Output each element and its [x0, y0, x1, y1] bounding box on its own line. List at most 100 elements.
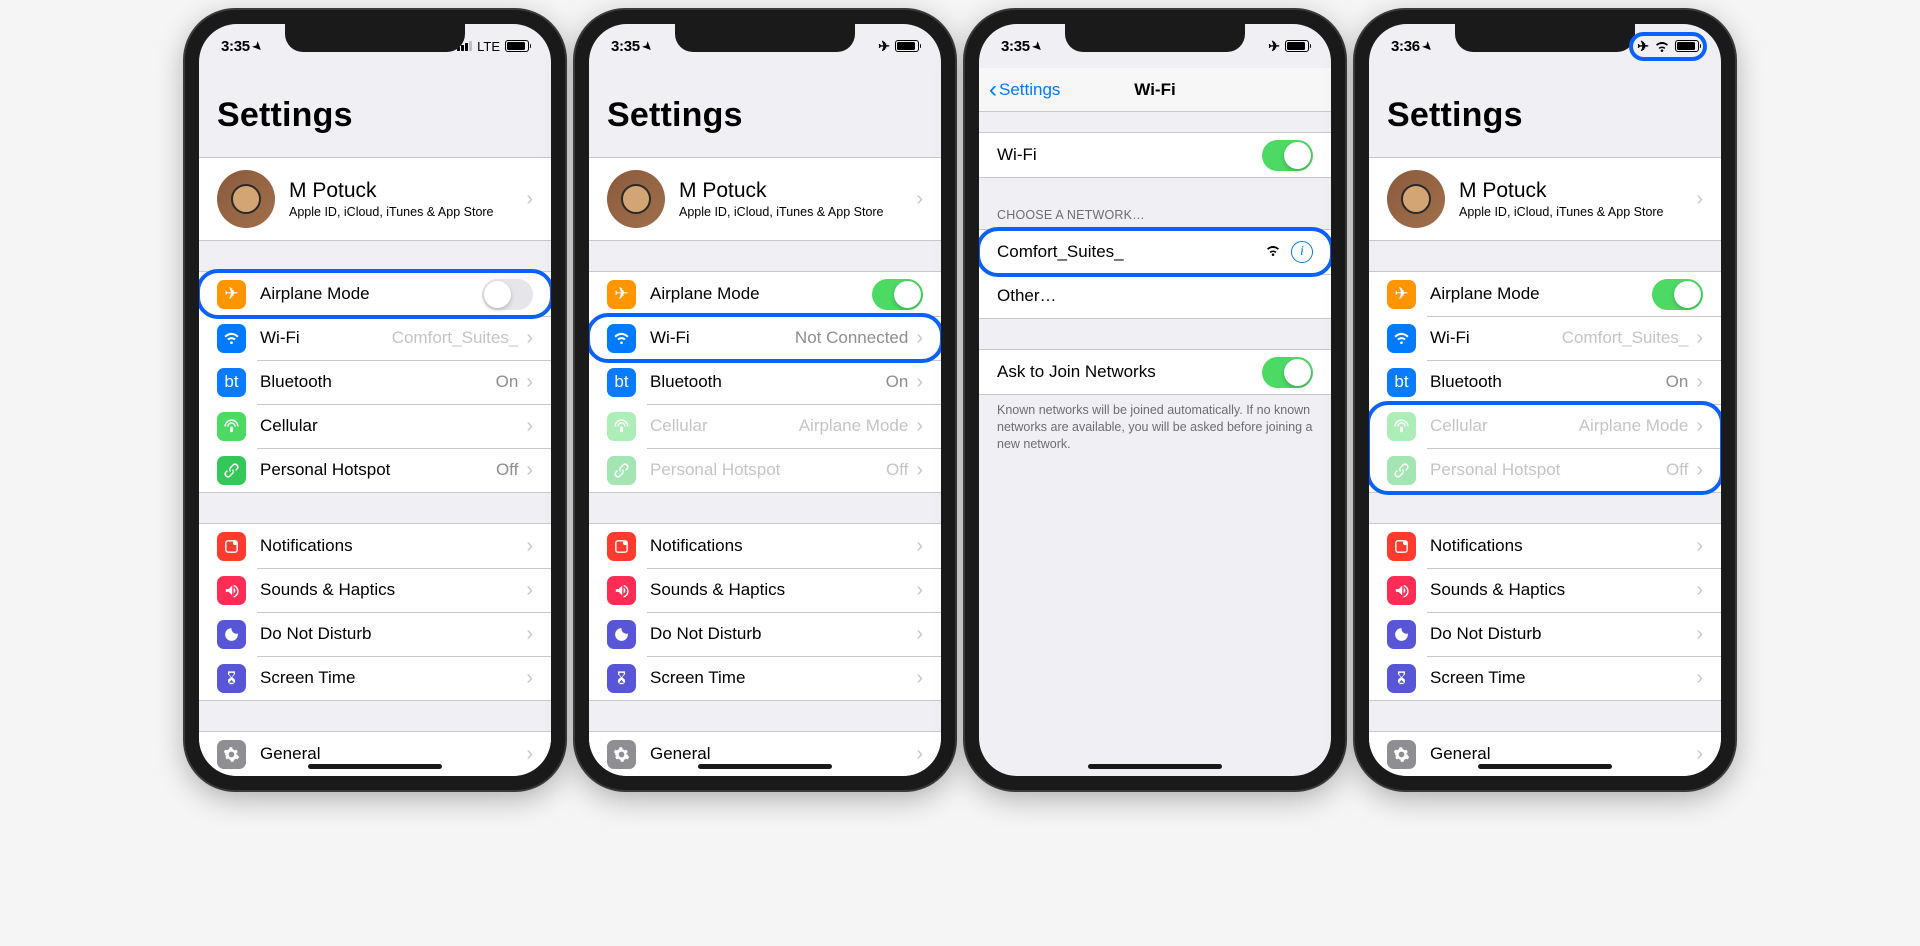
settings-row-dnd[interactable]: Do Not Disturb›	[1369, 612, 1721, 656]
avatar	[607, 170, 665, 228]
cell-icon	[217, 412, 246, 441]
toggle-switch[interactable]	[1652, 279, 1703, 310]
settings-row-gear[interactable]: General›	[199, 732, 551, 776]
settings-row-st[interactable]: Screen Time›	[1369, 656, 1721, 700]
network-row[interactable]: Comfort_Suites_ i	[979, 230, 1331, 274]
home-indicator[interactable]	[1478, 764, 1612, 769]
settings-row-gear[interactable]: General›	[589, 732, 941, 776]
settings-row-cell[interactable]: CellularAirplane Mode›	[589, 404, 941, 448]
profile-row[interactable]: M Potuck Apple ID, iCloud, iTunes & App …	[199, 158, 551, 240]
notch	[285, 24, 465, 52]
settings-row-wifi[interactable]: Wi-FiComfort_Suites_›	[1369, 316, 1721, 360]
settings-row-wifi[interactable]: Wi-FiComfort_Suites_›	[199, 316, 551, 360]
settings-row-sound[interactable]: Sounds & Haptics›	[1369, 568, 1721, 612]
settings-row-st[interactable]: Screen Time›	[589, 656, 941, 700]
profile-row[interactable]: M Potuck Apple ID, iCloud, iTunes & App …	[589, 158, 941, 240]
row-label: Airplane Mode	[260, 284, 474, 304]
home-indicator[interactable]	[698, 764, 832, 769]
row-label: General	[1430, 744, 1696, 764]
settings-row-st[interactable]: Screen Time›	[199, 656, 551, 700]
row-value: On	[496, 372, 519, 392]
profile-row[interactable]: M Potuck Apple ID, iCloud, iTunes & App …	[1369, 158, 1721, 240]
airplane-icon: ✈	[1387, 280, 1416, 309]
chevron-right-icon: ›	[1696, 459, 1703, 482]
location-arrow-icon: ➤	[640, 38, 656, 54]
status-right: ✈	[1637, 38, 1699, 55]
settings-row-airplane[interactable]: ✈Airplane Mode	[589, 272, 941, 316]
back-button[interactable]: ‹Settings	[989, 78, 1060, 102]
status-right: ✈	[878, 38, 919, 55]
chevron-right-icon: ›	[526, 327, 533, 350]
sound-icon	[217, 576, 246, 605]
settings-row-dnd[interactable]: Do Not Disturb›	[589, 612, 941, 656]
row-label: Wi-Fi	[1430, 328, 1562, 348]
settings-row-notif[interactable]: Notifications›	[1369, 524, 1721, 568]
row-label: Bluetooth	[260, 372, 496, 392]
toggle-switch[interactable]	[482, 279, 533, 310]
row-label: Notifications	[260, 536, 526, 556]
settings-row-hotspot[interactable]: Personal HotspotOff›	[199, 448, 551, 492]
row-label: Bluetooth	[650, 372, 886, 392]
settings-row-dnd[interactable]: Do Not Disturb›	[199, 612, 551, 656]
status-time: 3:35➤	[1001, 38, 1042, 55]
row-label: Personal Hotspot	[650, 460, 886, 480]
toggle-switch[interactable]	[1262, 357, 1313, 388]
settings-row-notif[interactable]: Notifications›	[589, 524, 941, 568]
ask-footer-text: Known networks will be joined automatica…	[979, 395, 1331, 453]
wifi-icon	[217, 324, 246, 353]
settings-row-gear[interactable]: General›	[1369, 732, 1721, 776]
wifi-toggle-row[interactable]: Wi-Fi	[979, 133, 1331, 177]
hotspot-icon	[217, 456, 246, 485]
row-value: Off	[496, 460, 518, 480]
settings-row-hotspot[interactable]: Personal HotspotOff›	[589, 448, 941, 492]
row-label: Personal Hotspot	[1430, 460, 1666, 480]
row-value: On	[886, 372, 909, 392]
row-label: Sounds & Haptics	[650, 580, 916, 600]
chevron-right-icon: ›	[1696, 579, 1703, 602]
row-value: Comfort_Suites_	[1562, 328, 1689, 348]
row-value: Airplane Mode	[1579, 416, 1689, 436]
row-value: Airplane Mode	[799, 416, 909, 436]
chevron-right-icon: ›	[1696, 623, 1703, 646]
chevron-right-icon: ›	[1696, 415, 1703, 438]
avatar	[1387, 170, 1445, 228]
other-network-row[interactable]: Other…	[979, 274, 1331, 318]
settings-row-bt[interactable]: btBluetoothOn›	[589, 360, 941, 404]
notif-icon	[1387, 532, 1416, 561]
settings-row-sound[interactable]: Sounds & Haptics›	[589, 568, 941, 612]
settings-row-wifi[interactable]: Wi-FiNot Connected›	[589, 316, 941, 360]
row-value: Not Connected	[795, 328, 908, 348]
settings-row-airplane[interactable]: ✈Airplane Mode	[199, 272, 551, 316]
row-label: General	[260, 744, 526, 764]
settings-row-bt[interactable]: btBluetoothOn›	[1369, 360, 1721, 404]
wifi-icon	[1387, 324, 1416, 353]
airplane-icon: ✈	[607, 280, 636, 309]
settings-row-cell[interactable]: Cellular›	[199, 404, 551, 448]
row-label: Do Not Disturb	[650, 624, 916, 644]
nav-header: ‹Settings Wi-Fi	[979, 68, 1331, 112]
settings-row-cell[interactable]: CellularAirplane Mode›	[1369, 404, 1721, 448]
settings-row-hotspot[interactable]: Personal HotspotOff›	[1369, 448, 1721, 492]
settings-row-bt[interactable]: btBluetoothOn›	[199, 360, 551, 404]
network-ssid: Comfort_Suites_	[997, 242, 1265, 262]
home-indicator[interactable]	[1088, 764, 1222, 769]
home-indicator[interactable]	[308, 764, 442, 769]
bt-icon: bt	[1387, 368, 1416, 397]
info-icon[interactable]: i	[1291, 241, 1313, 263]
row-label: Wi-Fi	[997, 145, 1262, 165]
chevron-right-icon: ›	[526, 623, 533, 646]
settings-row-airplane[interactable]: ✈Airplane Mode	[1369, 272, 1721, 316]
row-label: Screen Time	[260, 668, 526, 688]
chevron-right-icon: ›	[916, 459, 923, 482]
dnd-icon	[1387, 620, 1416, 649]
row-label: Screen Time	[1430, 668, 1696, 688]
screen: Settings M Potuck Apple ID, iCloud, iTun…	[589, 68, 941, 776]
toggle-switch[interactable]	[1262, 140, 1313, 171]
settings-row-notif[interactable]: Notifications›	[199, 524, 551, 568]
screen: Settings M Potuck Apple ID, iCloud, iTun…	[1369, 68, 1721, 776]
toggle-switch[interactable]	[872, 279, 923, 310]
chevron-right-icon: ›	[1696, 371, 1703, 394]
chevron-right-icon: ›	[916, 327, 923, 350]
settings-row-sound[interactable]: Sounds & Haptics›	[199, 568, 551, 612]
ask-join-row[interactable]: Ask to Join Networks	[979, 350, 1331, 394]
